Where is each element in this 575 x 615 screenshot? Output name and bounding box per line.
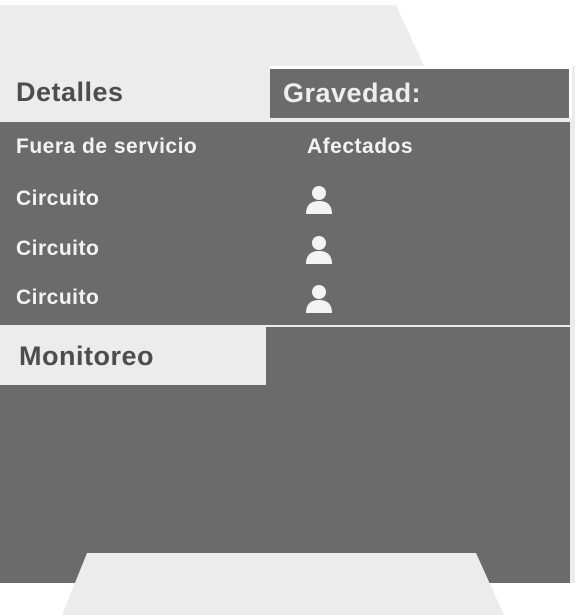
table-row[interactable]: Circuito: [0, 229, 570, 269]
row-circuit-label: Circuito: [16, 187, 100, 210]
tab-monitoring-label: Monitoreo: [19, 340, 154, 371]
main-panel: Detalles Gravedad: Fuera de servicio Afe…: [0, 66, 575, 583]
tab-monitoring[interactable]: Monitoreo: [0, 327, 266, 385]
user-icon[interactable]: [305, 234, 333, 264]
table-header: Fuera de servicio Afectados: [0, 127, 570, 167]
header-affected: Afectados: [307, 135, 414, 158]
row-circuit-label: Circuito: [16, 237, 100, 260]
user-icon[interactable]: [305, 184, 333, 214]
app-stage: Detalles Gravedad: Fuera de servicio Afe…: [0, 0, 575, 615]
bottom-decorative-shape: [62, 553, 504, 615]
header-out-of-service: Fuera de servicio: [16, 135, 198, 158]
top-decorative-shape: [0, 5, 425, 68]
row-circuit-label: Circuito: [16, 286, 100, 309]
tab-gravity[interactable]: Gravedad:: [270, 66, 572, 118]
user-icon[interactable]: [305, 283, 333, 313]
table-row[interactable]: Circuito: [0, 179, 570, 219]
details-table: Fuera de servicio Afectados Circuito Cir…: [0, 122, 570, 325]
tab-gravity-label: Gravedad:: [283, 78, 422, 108]
tab-details-label: Detalles: [16, 76, 124, 107]
table-row[interactable]: Circuito: [0, 278, 570, 318]
tab-details[interactable]: Detalles: [0, 66, 270, 118]
